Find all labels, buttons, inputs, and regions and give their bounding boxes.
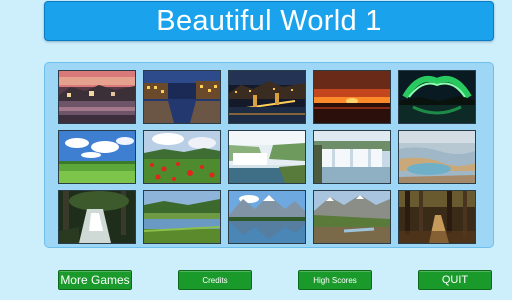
geothermal-terraces-image <box>399 131 475 183</box>
thumbnail-night-bridge-city[interactable] <box>228 70 306 124</box>
high-scores-button[interactable]: High Scores <box>298 270 372 290</box>
green-meadow-clouds-image <box>59 131 135 183</box>
thumbnail-mountain-valley[interactable] <box>313 190 391 244</box>
thumbnail-red-sunset-horizon[interactable] <box>313 70 391 124</box>
mountain-valley-image <box>314 191 390 243</box>
waterfall-cliffs-image <box>229 131 305 183</box>
thumbnail-forest-trail[interactable] <box>398 190 476 244</box>
thumbnail-meadow-lake[interactable] <box>143 190 221 244</box>
meadow-lake-image <box>144 191 220 243</box>
thumbnail-wide-waterfall[interactable] <box>313 130 391 184</box>
thumbnail-geothermal-terraces[interactable] <box>398 130 476 184</box>
night-canal-city-image <box>144 71 220 123</box>
wide-waterfall-image <box>314 131 390 183</box>
more-games-button[interactable]: More Games <box>58 270 132 290</box>
thumbnail-waterfall-cliffs[interactable] <box>228 130 306 184</box>
town-lake-sunset-image <box>59 71 135 123</box>
quit-button[interactable]: QUIT <box>418 270 492 290</box>
thumbnail-forest-stream[interactable] <box>58 190 136 244</box>
forest-stream-image <box>59 191 135 243</box>
game-title: Beautiful World 1 <box>156 4 382 37</box>
mountain-reflection-lake-image <box>229 191 305 243</box>
night-bridge-city-image <box>229 71 305 123</box>
credits-button[interactable]: Credits <box>178 270 252 290</box>
title-banner: Beautiful World 1 <box>44 1 494 41</box>
aurora-over-lake-image <box>399 71 475 123</box>
thumbnail-town-lake-sunset[interactable] <box>58 70 136 124</box>
thumbnail-aurora-over-lake[interactable] <box>398 70 476 124</box>
poppy-field-image <box>144 131 220 183</box>
thumbnail-poppy-field[interactable] <box>143 130 221 184</box>
thumbnail-night-canal-city[interactable] <box>143 70 221 124</box>
red-sunset-horizon-image <box>314 71 390 123</box>
forest-trail-image <box>399 191 475 243</box>
thumbnail-green-meadow-clouds[interactable] <box>58 130 136 184</box>
level-grid-panel <box>44 62 494 248</box>
thumbnail-mountain-reflection-lake[interactable] <box>228 190 306 244</box>
